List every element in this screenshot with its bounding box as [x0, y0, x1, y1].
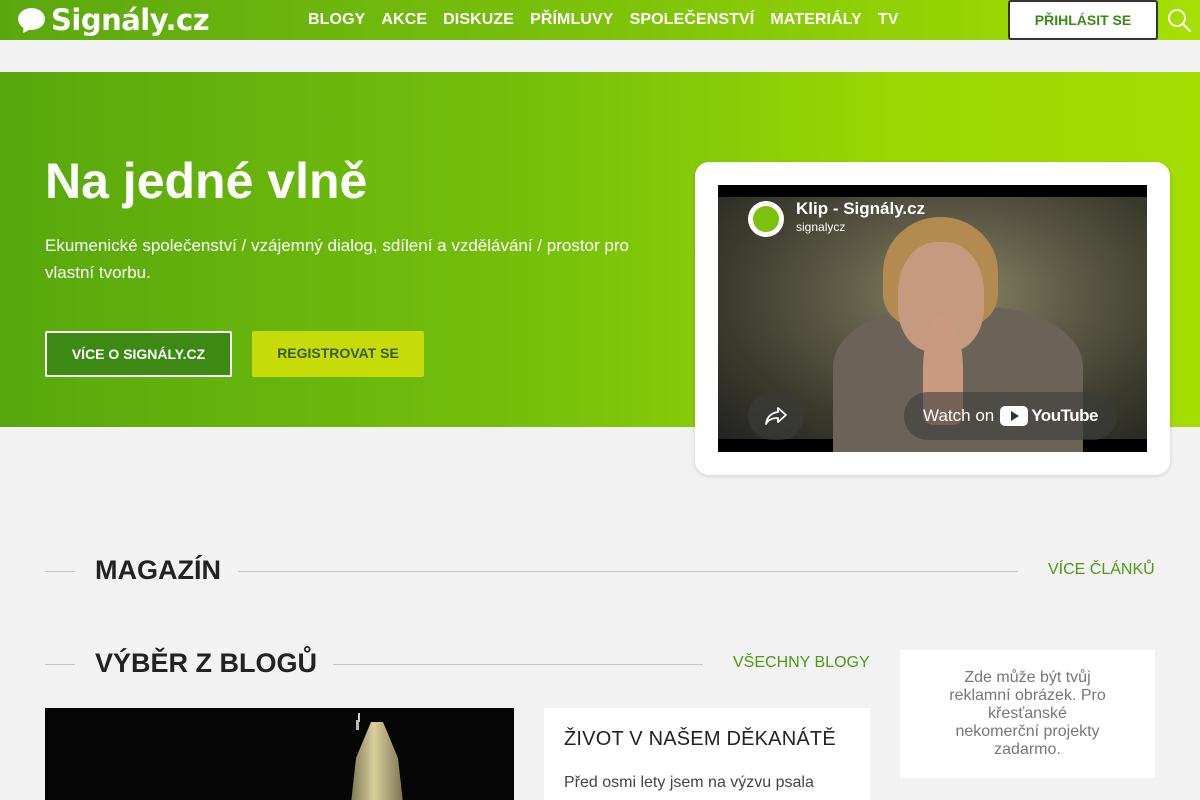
video-channel: signalycz — [796, 220, 846, 234]
logo-text: Signály.cz — [51, 3, 210, 37]
nav-item-tv[interactable]: TV — [870, 11, 907, 29]
all-blogs-link[interactable]: VŠECHNY BLOGY — [733, 654, 870, 672]
blogs-heading: VÝBĚR Z BLOGŮ — [95, 648, 318, 678]
magazine-heading: MAGAZÍN — [95, 555, 221, 585]
blog-image[interactable] — [45, 708, 514, 800]
about-button[interactable]: VÍCE O SIGNÁLY.CZ — [45, 331, 232, 377]
nav-item-materialy[interactable]: MATERIÁLY — [762, 11, 870, 29]
youtube-wordmark: YouTube — [1031, 406, 1098, 425]
ad-text: Zde může být tvůj reklamní obrázek. Pro … — [949, 669, 1106, 758]
section-divider — [45, 571, 75, 572]
search-icon[interactable] — [1166, 7, 1192, 33]
watch-on-label: Watch on — [923, 406, 995, 425]
register-button[interactable]: REGISTROVAT SE — [252, 331, 424, 377]
hero-subtitle: Ekumenické společenství / vzájemný dialo… — [45, 236, 629, 282]
nav-item-blogy[interactable]: BLOGY — [300, 11, 373, 29]
blog-card[interactable]: ŽIVOT V NAŠEM DĚKANÁTĚ Před osmi lety js… — [544, 708, 870, 800]
nav-item-primluvy[interactable]: PŘÍMLUVY — [522, 11, 621, 29]
main-nav: BLOGY AKCE DISKUZE PŘÍMLUVY SPOLEČENSTVÍ… — [300, 0, 907, 40]
section-divider — [45, 664, 75, 665]
hero-title: Na jedné vlně — [45, 153, 368, 209]
channel-avatar[interactable] — [748, 201, 784, 237]
section-divider — [333, 664, 703, 665]
more-articles-link[interactable]: VÍCE ČLÁNKŮ — [1048, 561, 1155, 579]
login-button[interactable]: PŘIHLÁSIT SE — [1008, 0, 1158, 40]
nav-item-spolecenstvi[interactable]: SPOLEČENSTVÍ — [622, 11, 763, 29]
header-spacer — [0, 40, 1200, 72]
youtube-play-icon — [1000, 406, 1029, 426]
video-player[interactable]: Klip - Signály.cz signalycz Watch on You… — [718, 185, 1147, 452]
blog-card-excerpt: Před osmi lety jsem na výzvu psala — [564, 774, 814, 791]
youtube-logo: YouTube — [1000, 406, 1098, 426]
section-divider — [238, 571, 1018, 572]
video-title[interactable]: Klip - Signály.cz — [796, 199, 925, 219]
speech-bubble-icon — [18, 8, 45, 36]
watch-on-youtube-button[interactable]: Watch on YouTube — [904, 392, 1117, 440]
blog-card-title[interactable]: ŽIVOT V NAŠEM DĚKANÁTĚ — [564, 728, 836, 751]
top-navigation-bar: Signály.cz BLOGY AKCE DISKUZE PŘÍMLUVY S… — [0, 0, 1200, 40]
site-logo[interactable]: Signály.cz — [18, 3, 210, 37]
nav-item-diskuze[interactable]: DISKUZE — [435, 11, 522, 29]
ad-placeholder[interactable]: Zde může být tvůj reklamní obrázek. Pro … — [900, 650, 1155, 778]
church-tower — [350, 722, 404, 800]
share-icon[interactable] — [748, 392, 804, 440]
nav-item-akce[interactable]: AKCE — [373, 11, 435, 29]
